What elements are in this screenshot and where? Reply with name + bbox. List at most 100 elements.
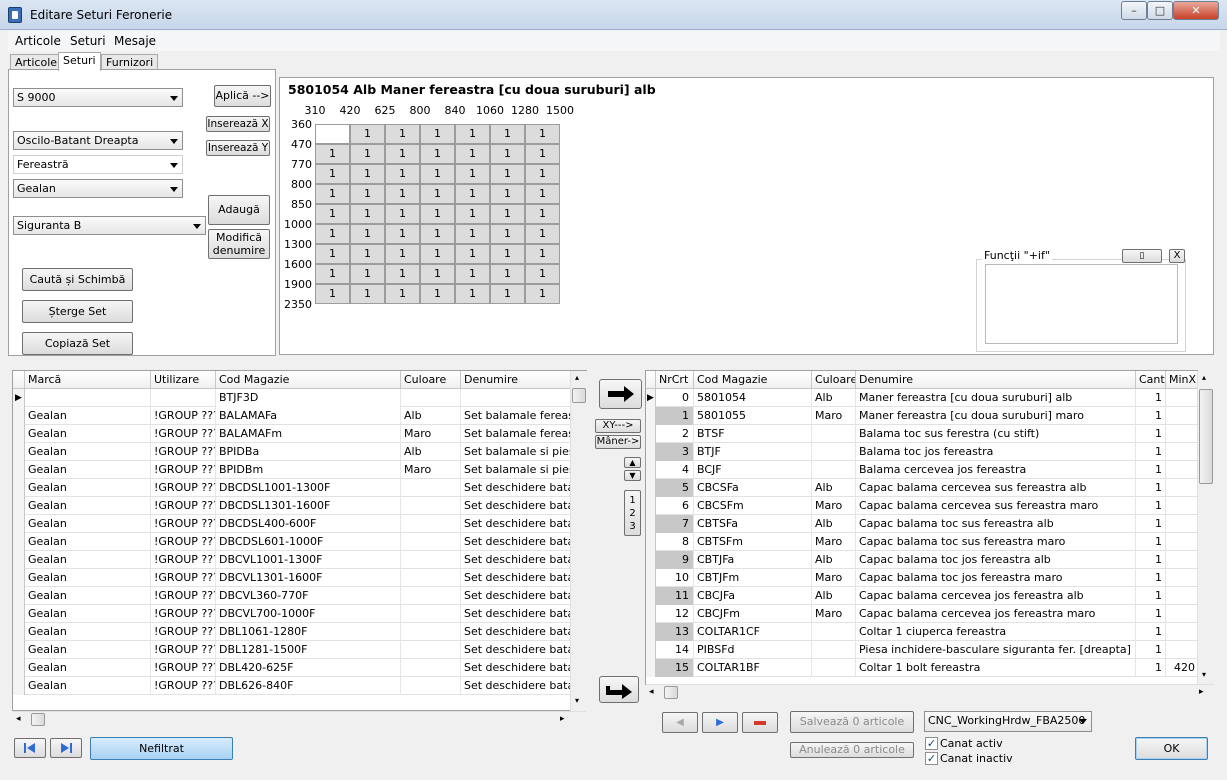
table-row[interactable]: 7 CBTSFa Alb Capac balama toc sus fereastra…: [646, 515, 1197, 533]
row-selector[interactable]: [13, 443, 25, 461]
row-selector[interactable]: [646, 515, 656, 533]
table-row[interactable]: 9 CBTJFa Alb Capac balama toc jos fereastra…: [646, 551, 1197, 569]
set-vscroll-thumb[interactable]: [1199, 389, 1213, 484]
table-row[interactable]: Gealan !GROUP ??? DBL626-840F Set deschider…: [13, 677, 573, 695]
grid-cell[interactable]: 1: [420, 284, 455, 304]
row-selector[interactable]: [13, 407, 25, 425]
grid-cell[interactable]: 1: [455, 204, 490, 224]
grid-cell[interactable]: 1: [385, 184, 420, 204]
first-record-button[interactable]: [14, 738, 46, 758]
table-row[interactable]: Gealan !GROUP ??? BPIDBa Alb Set balamale si…: [13, 443, 573, 461]
row-selector[interactable]: [13, 569, 25, 587]
column-header[interactable]: MinX: [1166, 371, 1197, 389]
table-row[interactable]: Gealan !GROUP ??? DBCVL360-770F Set deschid…: [13, 587, 573, 605]
menu-seturi[interactable]: Seturi: [70, 34, 106, 48]
column-header[interactable]: Cod Magazie: [216, 371, 401, 389]
grid-cell[interactable]: 1: [350, 264, 385, 284]
row-selector[interactable]: [646, 461, 656, 479]
row-selector[interactable]: [13, 623, 25, 641]
column-header[interactable]: Denumire: [856, 371, 1136, 389]
grid-cell[interactable]: 1: [385, 144, 420, 164]
row-selector[interactable]: [13, 605, 25, 623]
table-row[interactable]: Gealan !GROUP ??? DBCDSL1301-1600F Set desc…: [13, 497, 573, 515]
row-selector[interactable]: [13, 497, 25, 515]
row-selector[interactable]: ▶: [646, 389, 656, 407]
table-row[interactable]: 14 PIBSFd Piesa inchidere-basculare sigura…: [646, 641, 1197, 659]
grid-cell[interactable]: 1: [420, 264, 455, 284]
table-row[interactable]: 5 CBCSFa Alb Capac balama cercevea sus fere…: [646, 479, 1197, 497]
grid-cell[interactable]: 1: [490, 264, 525, 284]
table-row[interactable]: Gealan !GROUP ??? DBL1281-1500F Set deschid…: [13, 641, 573, 659]
grid-cell[interactable]: 1: [315, 184, 350, 204]
grid-cell[interactable]: 1: [525, 244, 560, 264]
table-row[interactable]: Gealan !GROUP ??? DBCDSL601-1000F Set desch…: [13, 533, 573, 551]
grid-cell[interactable]: 1: [455, 164, 490, 184]
grid-cell[interactable]: 1: [525, 164, 560, 184]
grid-cell[interactable]: 1: [490, 164, 525, 184]
row-selector[interactable]: [646, 407, 656, 425]
grid-cell[interactable]: 1: [315, 284, 350, 304]
grid-cell[interactable]: 1: [525, 224, 560, 244]
move-down-button[interactable]: ▼: [624, 470, 641, 481]
cnc-select[interactable]: CNC_WorkingHrdw_FBA2500: [924, 711, 1092, 732]
grid-cell[interactable]: 1: [455, 224, 490, 244]
grid-cell[interactable]: 1: [350, 144, 385, 164]
safety-select[interactable]: Siguranta B: [13, 216, 206, 235]
table-row[interactable]: 2 BTSF Balama toc sus ferestra (cu stift) 1: [646, 425, 1197, 443]
table-row[interactable]: 12 CBCJFm Maro Capac balama cercevea jos fe…: [646, 605, 1197, 623]
row-selector[interactable]: [646, 587, 656, 605]
grid-cell[interactable]: 1: [420, 144, 455, 164]
grid-cell[interactable]: 1: [385, 124, 420, 144]
row-selector[interactable]: [646, 551, 656, 569]
opening-type-select[interactable]: Oscilo-Batant Dreapta: [13, 131, 183, 150]
grid-cell[interactable]: [315, 124, 350, 144]
delete-set-button[interactable]: Șterge Set: [22, 300, 133, 323]
grid-cell[interactable]: 1: [315, 244, 350, 264]
grid-cell[interactable]: 1: [350, 184, 385, 204]
grid-cell[interactable]: 1: [350, 124, 385, 144]
grid-cell[interactable]: 1: [455, 284, 490, 304]
articles-vscroll[interactable]: ▴ ▾: [570, 371, 587, 711]
table-row[interactable]: Gealan !GROUP ??? DBCDSL400-600F Set deschi…: [13, 515, 573, 533]
row-selector[interactable]: [13, 551, 25, 569]
menu-mesaje[interactable]: Mesaje: [114, 34, 156, 48]
insert-x-button[interactable]: Inserează X: [206, 116, 270, 132]
last-record-button[interactable]: [50, 738, 82, 758]
table-row[interactable]: Gealan !GROUP ??? DBL420-625F Set deschider…: [13, 659, 573, 677]
scroll-up-icon[interactable]: ▴: [1202, 373, 1206, 382]
grid-cell[interactable]: 1: [525, 184, 560, 204]
row-selector[interactable]: [13, 659, 25, 677]
grid-cell[interactable]: 1: [525, 264, 560, 284]
close-functions-button[interactable]: X: [1169, 249, 1185, 263]
row-selector[interactable]: [646, 569, 656, 587]
articles-hscroll[interactable]: ◂ ▸: [13, 711, 586, 728]
brand-select[interactable]: Gealan: [13, 179, 183, 198]
row-selector[interactable]: [646, 443, 656, 461]
column-header[interactable]: Utilizare: [151, 371, 216, 389]
save-articles-button[interactable]: Salvează 0 articole: [790, 711, 914, 733]
scroll-up-icon[interactable]: ▴: [575, 373, 579, 382]
filter-button[interactable]: Nefiltrat: [90, 737, 233, 760]
minimize-button[interactable]: –: [1121, 1, 1147, 20]
table-row[interactable]: Gealan !GROUP ??? DBCVL1001-1300F Set desch…: [13, 551, 573, 569]
table-row[interactable]: 11 CBCJFa Alb Capac balama cercevea jos fer…: [646, 587, 1197, 605]
grid-cell[interactable]: 1: [315, 164, 350, 184]
maner-button[interactable]: Mâner->: [595, 435, 641, 449]
renumber-button[interactable]: 1 2 3: [624, 490, 641, 536]
set-select[interactable]: S 9000: [13, 88, 183, 107]
table-row[interactable]: 10 CBTJFm Maro Capac balama toc jos fereast…: [646, 569, 1197, 587]
table-row[interactable]: 3 BTJF Balama toc jos fereastra 1: [646, 443, 1197, 461]
grid-cell[interactable]: 1: [385, 204, 420, 224]
row-selector[interactable]: [13, 641, 25, 659]
grid-cell[interactable]: 1: [490, 184, 525, 204]
table-row[interactable]: 1 5801055 Maro Maner fereastra [cu doua sur…: [646, 407, 1197, 425]
grid-cell[interactable]: 1: [315, 204, 350, 224]
row-selector[interactable]: [13, 515, 25, 533]
table-row[interactable]: Gealan !GROUP ??? DBCVL1301-1600F Set desch…: [13, 569, 573, 587]
grid-cell[interactable]: 1: [525, 144, 560, 164]
scroll-left-icon[interactable]: ◂: [649, 687, 654, 697]
row-selector[interactable]: [13, 677, 25, 695]
row-selector[interactable]: [646, 497, 656, 515]
grid-cell[interactable]: 1: [420, 184, 455, 204]
grid-cell[interactable]: 1: [350, 284, 385, 304]
